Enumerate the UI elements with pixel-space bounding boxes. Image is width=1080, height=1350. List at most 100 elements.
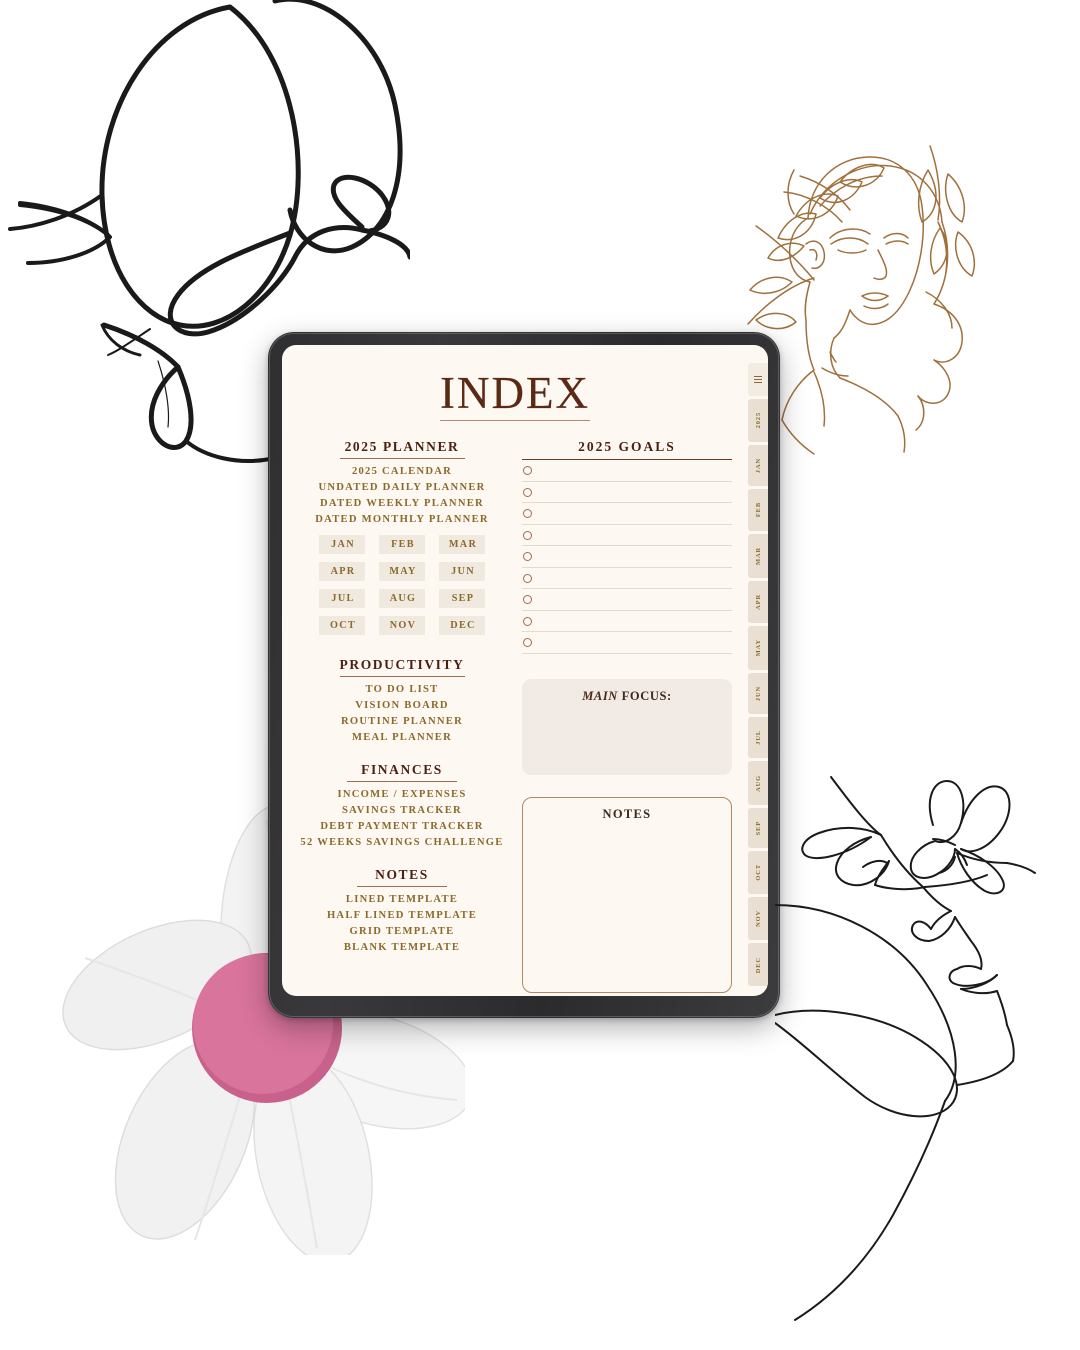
month-chip-mar[interactable]: MAR: [439, 534, 485, 554]
link-debt-payment-tracker[interactable]: DEBT PAYMENT TRACKER: [296, 821, 508, 832]
month-chip-feb[interactable]: FEB: [379, 534, 425, 554]
planner-page: INDEX 2025 PLANNER 2025 CALENDAR UNDATED…: [282, 345, 748, 996]
goal-row[interactable]: [522, 503, 732, 525]
hamburger-lines: [754, 376, 762, 383]
month-chip-jun[interactable]: JUN: [439, 561, 485, 581]
goal-input[interactable]: [539, 589, 732, 610]
goal-input[interactable]: [539, 632, 732, 653]
goal-input[interactable]: [539, 503, 732, 524]
rail-tab-aug[interactable]: AUG: [748, 761, 768, 805]
main-focus-title-emphasis: MAIN: [582, 688, 618, 703]
goal-row[interactable]: [522, 611, 732, 633]
rail-tab-nov[interactable]: NOV: [748, 897, 768, 941]
rail-tab-label: JUN: [754, 685, 762, 702]
rail-tab-label: MAY: [754, 639, 762, 657]
goal-checkbox-icon[interactable]: [523, 487, 532, 497]
rail-tab-apr[interactable]: APR: [748, 580, 768, 624]
main-focus-box[interactable]: MAIN FOCUS:: [522, 678, 732, 775]
goal-checkbox-icon[interactable]: [523, 509, 532, 519]
month-chip-may[interactable]: MAY: [379, 561, 425, 581]
goal-input[interactable]: [539, 482, 732, 503]
rail-tab-jul[interactable]: JUL: [748, 717, 768, 759]
link-dated-monthly-planner[interactable]: DATED MONTHLY PLANNER: [296, 514, 508, 525]
goal-checkbox-icon[interactable]: [523, 616, 532, 626]
goals-section: 2025 GOALS: [522, 439, 732, 654]
month-chip-nov[interactable]: NOV: [379, 615, 425, 635]
month-chip-apr[interactable]: APR: [319, 561, 365, 581]
goal-row[interactable]: [522, 460, 732, 482]
goal-input[interactable]: [539, 460, 732, 481]
link-vision-board[interactable]: VISION BOARD: [296, 700, 508, 711]
link-savings-tracker[interactable]: SAVINGS TRACKER: [296, 805, 508, 816]
link-52-weeks-savings-challenge[interactable]: 52 WEEKS SAVINGS CHALLENGE: [296, 837, 508, 848]
goal-row[interactable]: [522, 632, 732, 654]
rail-tab-label: JAN: [754, 457, 762, 474]
link-undated-daily-planner[interactable]: UNDATED DAILY PLANNER: [296, 482, 508, 493]
rail-tab-label: FEB: [754, 502, 762, 518]
rail-tab-oct[interactable]: OCT: [748, 851, 768, 895]
finances-section: FINANCES INCOME / EXPENSES SAVINGS TRACK…: [296, 762, 508, 848]
rail-tab-2025[interactable]: 2025: [748, 399, 768, 442]
link-meal-planner[interactable]: MEAL PLANNER: [296, 732, 508, 743]
goal-checkbox-icon[interactable]: [523, 638, 532, 648]
tablet-device: INDEX 2025 PLANNER 2025 CALENDAR UNDATED…: [268, 332, 780, 1018]
goal-row[interactable]: [522, 589, 732, 611]
hamburger-menu-icon[interactable]: [748, 363, 768, 397]
link-lined-template[interactable]: LINED TEMPLATE: [296, 894, 508, 905]
month-chip-jul[interactable]: JUL: [319, 588, 365, 608]
rail-tab-may[interactable]: MAY: [748, 626, 768, 670]
link-grid-template[interactable]: GRID TEMPLATE: [296, 926, 508, 937]
rail-tab-jun[interactable]: JUN: [748, 672, 768, 715]
notes-box[interactable]: NOTES: [522, 796, 732, 993]
rail-tab-label: OCT: [754, 864, 762, 882]
goal-row[interactable]: [522, 568, 732, 590]
link-half-lined-template[interactable]: HALF LINED TEMPLATE: [296, 910, 508, 921]
goal-input[interactable]: [539, 525, 732, 546]
rail-tab-mar[interactable]: MAR: [748, 533, 768, 578]
month-chip-oct[interactable]: OCT: [319, 615, 365, 635]
goal-checkbox-icon[interactable]: [523, 573, 532, 583]
goal-checkbox-icon[interactable]: [523, 530, 532, 540]
poster-canvas: INDEX 2025 PLANNER 2025 CALENDAR UNDATED…: [0, 0, 1080, 1350]
rail-tab-label: 2025: [754, 412, 762, 429]
title-underline: [440, 420, 590, 421]
rail-tab-label: JUL: [754, 730, 762, 746]
goal-row[interactable]: [522, 546, 732, 568]
right-column: 2025 GOALS MAIN FOCUS: NOTES: [522, 439, 734, 993]
rail-tab-dec[interactable]: DEC: [748, 943, 768, 986]
rail-tab-label: APR: [754, 594, 762, 610]
link-2025-calendar[interactable]: 2025 CALENDAR: [296, 466, 508, 477]
link-income-expenses[interactable]: INCOME / EXPENSES: [296, 789, 508, 800]
goal-input[interactable]: [539, 546, 732, 567]
page-title: INDEX: [440, 368, 590, 418]
link-blank-template[interactable]: BLANK TEMPLATE: [296, 942, 508, 953]
goal-checkbox-icon[interactable]: [523, 552, 532, 562]
productivity-section: PRODUCTIVITY TO DO LIST VISION BOARD ROU…: [296, 657, 508, 743]
notes-header: NOTES: [375, 866, 429, 882]
main-focus-title-rest: FOCUS:: [617, 688, 672, 703]
goal-checkbox-icon[interactable]: [523, 466, 532, 476]
month-chip-dec[interactable]: DEC: [439, 615, 485, 635]
goal-row[interactable]: [522, 482, 732, 504]
link-routine-planner[interactable]: ROUTINE PLANNER: [296, 716, 508, 727]
goal-input[interactable]: [539, 568, 732, 589]
link-to-do-list[interactable]: TO DO LIST: [296, 684, 508, 695]
goal-row[interactable]: [522, 525, 732, 547]
productivity-header: PRODUCTIVITY: [339, 656, 465, 672]
planner-header: 2025 PLANNER: [344, 438, 460, 454]
goal-checkbox-icon[interactable]: [523, 595, 532, 605]
month-chip-aug[interactable]: AUG: [379, 588, 425, 608]
rail-tab-label: NOV: [754, 910, 762, 928]
month-chip-sep[interactable]: SEP: [439, 588, 485, 608]
link-dated-weekly-planner[interactable]: DATED WEEKLY PLANNER: [296, 498, 508, 509]
rail-tab-jan[interactable]: JAN: [748, 444, 768, 487]
rail-tab-feb[interactable]: FEB: [748, 489, 768, 531]
rail-tab-label: SEP: [754, 820, 762, 836]
month-chip-jan[interactable]: JAN: [319, 534, 365, 554]
rail-tab-sep[interactable]: SEP: [748, 807, 768, 849]
goal-input[interactable]: [539, 611, 732, 632]
page-columns: 2025 PLANNER 2025 CALENDAR UNDATED DAILY…: [296, 438, 734, 993]
